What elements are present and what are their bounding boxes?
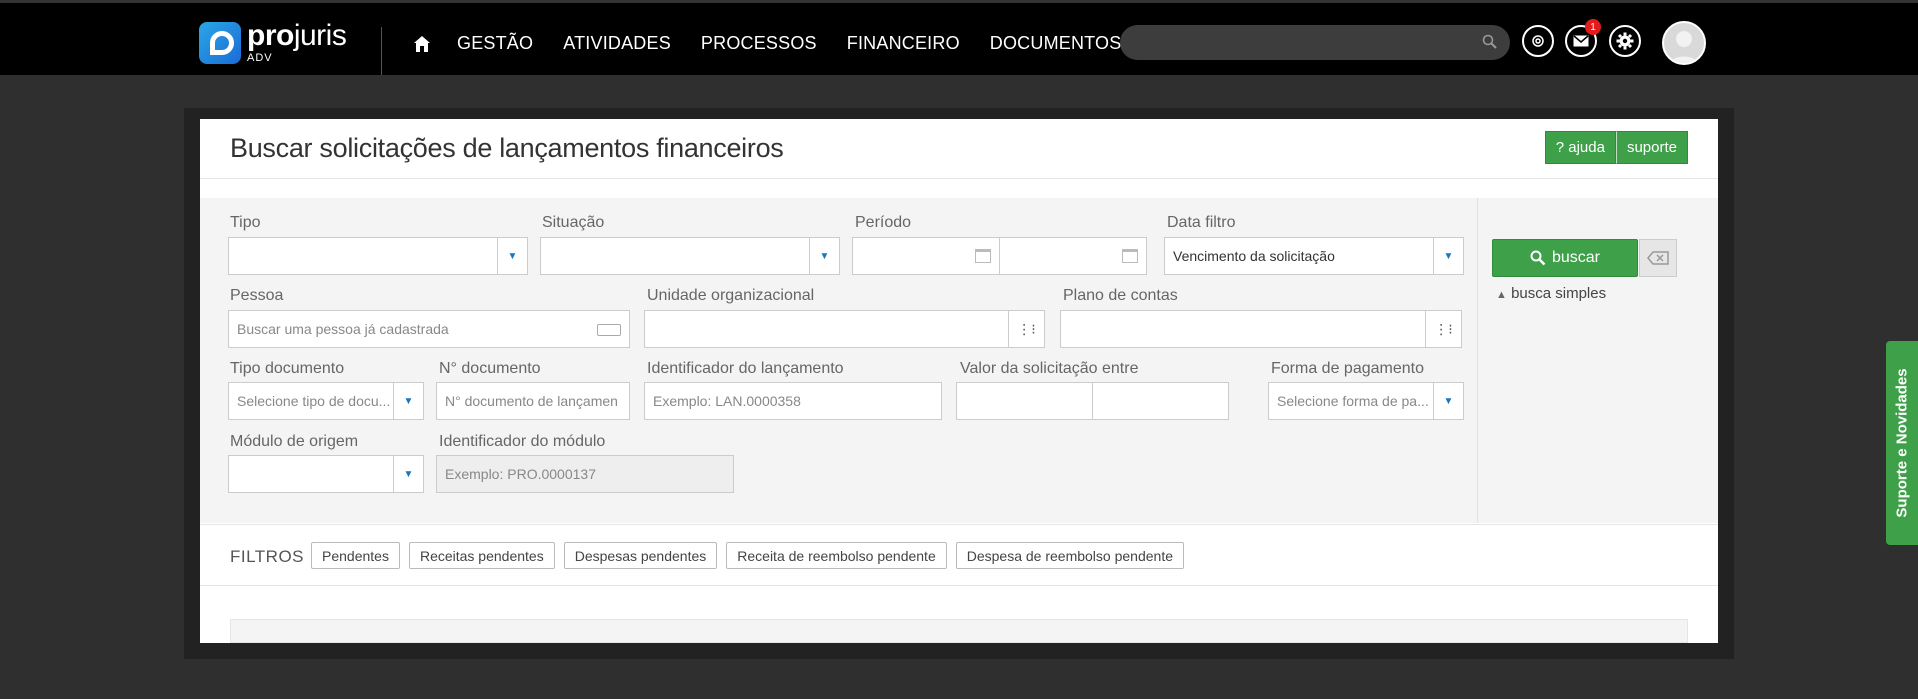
search-icon[interactable] xyxy=(1482,34,1498,50)
chevron-down-icon[interactable]: ▼ xyxy=(393,383,423,419)
unidade-label: Unidade organizacional xyxy=(647,287,815,304)
projuris-logo[interactable]: projuris ADV xyxy=(199,19,347,64)
chevron-down-icon[interactable]: ▼ xyxy=(809,238,839,274)
modulo-label: Módulo de origem xyxy=(230,433,359,450)
clear-filters-button[interactable] xyxy=(1639,239,1677,277)
top-navigation-bar: projuris ADV GESTÃO ATIVIDADES PROCESSOS… xyxy=(0,0,1918,75)
notification-badge: 1 xyxy=(1585,19,1601,35)
backspace-icon xyxy=(1647,251,1669,265)
id-card-icon[interactable] xyxy=(597,324,621,336)
chevron-up-icon: ▲ xyxy=(1496,289,1507,301)
page-header: Buscar solicitações de lançamentos finan… xyxy=(200,119,1718,179)
tree-icon[interactable]: ⋮⁝ xyxy=(1008,311,1044,347)
filter-chips: Pendentes Receitas pendentes Despesas pe… xyxy=(311,542,1184,569)
pessoa-input[interactable]: Buscar uma pessoa já cadastrada xyxy=(228,310,630,348)
unidade-input[interactable]: ⋮⁝ xyxy=(644,310,1045,348)
identificador-input[interactable]: Exemplo: LAN.0000358 xyxy=(644,382,942,420)
plano-label: Plano de contas xyxy=(1063,287,1178,304)
chevron-down-icon[interactable]: ▼ xyxy=(1433,383,1463,419)
chevron-down-icon[interactable]: ▼ xyxy=(1433,238,1463,274)
identificador-label: Identificador do lançamento xyxy=(647,360,844,377)
filter-chip-pendentes[interactable]: Pendentes xyxy=(311,542,400,569)
filter-chip-receitas-pendentes[interactable]: Receitas pendentes xyxy=(408,542,555,569)
tipo-doc-label: Tipo documento xyxy=(230,360,345,377)
plano-input[interactable]: ⋮⁝ xyxy=(1060,310,1462,348)
tipo-select[interactable]: ▼ xyxy=(228,237,528,275)
filter-chip-receita-reembolso[interactable]: Receita de reembolso pendente xyxy=(726,542,947,569)
nav-item-atividades[interactable]: ATIVIDADES xyxy=(563,33,671,54)
brand-name-bold: pro xyxy=(247,19,294,52)
valor-max-input[interactable] xyxy=(1092,382,1229,420)
id-modulo-input[interactable]: Exemplo: PRO.0000137 xyxy=(436,455,734,493)
quick-filters: FILTROS Pendentes Receitas pendentes Des… xyxy=(200,524,1718,586)
ai-assistant-icon[interactable] xyxy=(1522,25,1554,57)
forma-pag-label: Forma de pagamento xyxy=(1271,360,1424,377)
nav-item-documentos[interactable]: DOCUMENTOS xyxy=(990,33,1122,54)
support-news-label: Suporte e Novidades xyxy=(1893,368,1911,518)
user-silhouette-icon xyxy=(1669,31,1699,63)
situacao-label: Situação xyxy=(542,214,605,231)
tipo-label: Tipo xyxy=(230,214,261,231)
help-button-group: ? ajuda suporte xyxy=(1544,131,1688,164)
nav-item-processos[interactable]: PROCESSOS xyxy=(701,33,817,54)
periodo-end-date[interactable] xyxy=(999,237,1147,275)
data-filtro-label: Data filtro xyxy=(1167,214,1236,231)
envelope-icon xyxy=(1573,35,1589,47)
filter-chip-despesa-reembolso[interactable]: Despesa de reembolso pendente xyxy=(955,542,1184,569)
settings-button[interactable] xyxy=(1609,25,1641,57)
tipo-doc-select[interactable]: Selecione tipo de docu... ▼ xyxy=(228,382,424,420)
nav-item-financeiro[interactable]: FINANCEIRO xyxy=(847,33,960,54)
support-button[interactable]: suporte xyxy=(1615,131,1688,164)
simple-search-toggle[interactable]: ▲ busca simples xyxy=(1496,285,1606,302)
periodo-start-date[interactable] xyxy=(852,237,1000,275)
periodo-label: Período xyxy=(855,214,912,231)
filter-chip-despesas-pendentes[interactable]: Despesas pendentes xyxy=(563,542,718,569)
projuris-logo-icon xyxy=(199,21,241,64)
filter-form: Tipo ▼ Situação ▼ Período Data filtro Ve… xyxy=(200,198,1477,523)
num-doc-label: N° documento xyxy=(439,360,541,377)
results-table-header xyxy=(230,619,1688,643)
home-icon[interactable] xyxy=(413,35,431,53)
valor-min-input[interactable] xyxy=(956,382,1093,420)
chevron-down-icon[interactable]: ▼ xyxy=(393,456,423,492)
support-news-tab[interactable]: Suporte e Novidades xyxy=(1886,341,1918,545)
logo-divider xyxy=(381,27,382,75)
modulo-select[interactable]: ▼ xyxy=(228,455,424,493)
nav-item-gestao[interactable]: GESTÃO xyxy=(457,33,533,54)
tree-icon[interactable]: ⋮⁝ xyxy=(1425,311,1461,347)
search-panel: Buscar solicitações de lançamentos finan… xyxy=(200,119,1718,643)
main-nav: GESTÃO ATIVIDADES PROCESSOS FINANCEIRO D… xyxy=(457,33,1151,54)
situacao-select[interactable]: ▼ xyxy=(540,237,840,275)
search-icon xyxy=(1530,250,1546,266)
search-button-label: buscar xyxy=(1551,249,1601,266)
calendar-icon[interactable] xyxy=(975,249,991,263)
id-modulo-label: Identificador do módulo xyxy=(439,433,606,450)
num-doc-input[interactable]: N° documento de lançamen xyxy=(436,382,630,420)
global-search-input[interactable] xyxy=(1120,25,1510,60)
ai-knot-icon xyxy=(1532,35,1544,47)
pessoa-label: Pessoa xyxy=(230,287,284,304)
calendar-icon[interactable] xyxy=(1122,249,1138,263)
data-filtro-select[interactable]: Vencimento da solicitação ▼ xyxy=(1164,237,1464,275)
brand-name-rest: juris xyxy=(293,19,347,52)
user-avatar[interactable] xyxy=(1662,21,1706,65)
help-button[interactable]: ? ajuda xyxy=(1544,131,1616,164)
brand-subtitle: ADV xyxy=(247,52,273,64)
page-title: Buscar solicitações de lançamentos finan… xyxy=(230,133,784,163)
valor-label: Valor da solicitação entre xyxy=(960,360,1139,377)
filters-label: FILTROS xyxy=(230,547,305,566)
chevron-down-icon[interactable]: ▼ xyxy=(497,238,527,274)
forma-pag-select[interactable]: Selecione forma de pa... ▼ xyxy=(1268,382,1464,420)
search-button[interactable]: buscar xyxy=(1492,239,1638,277)
gear-icon xyxy=(1616,32,1634,50)
messages-button[interactable]: 1 xyxy=(1565,19,1601,57)
